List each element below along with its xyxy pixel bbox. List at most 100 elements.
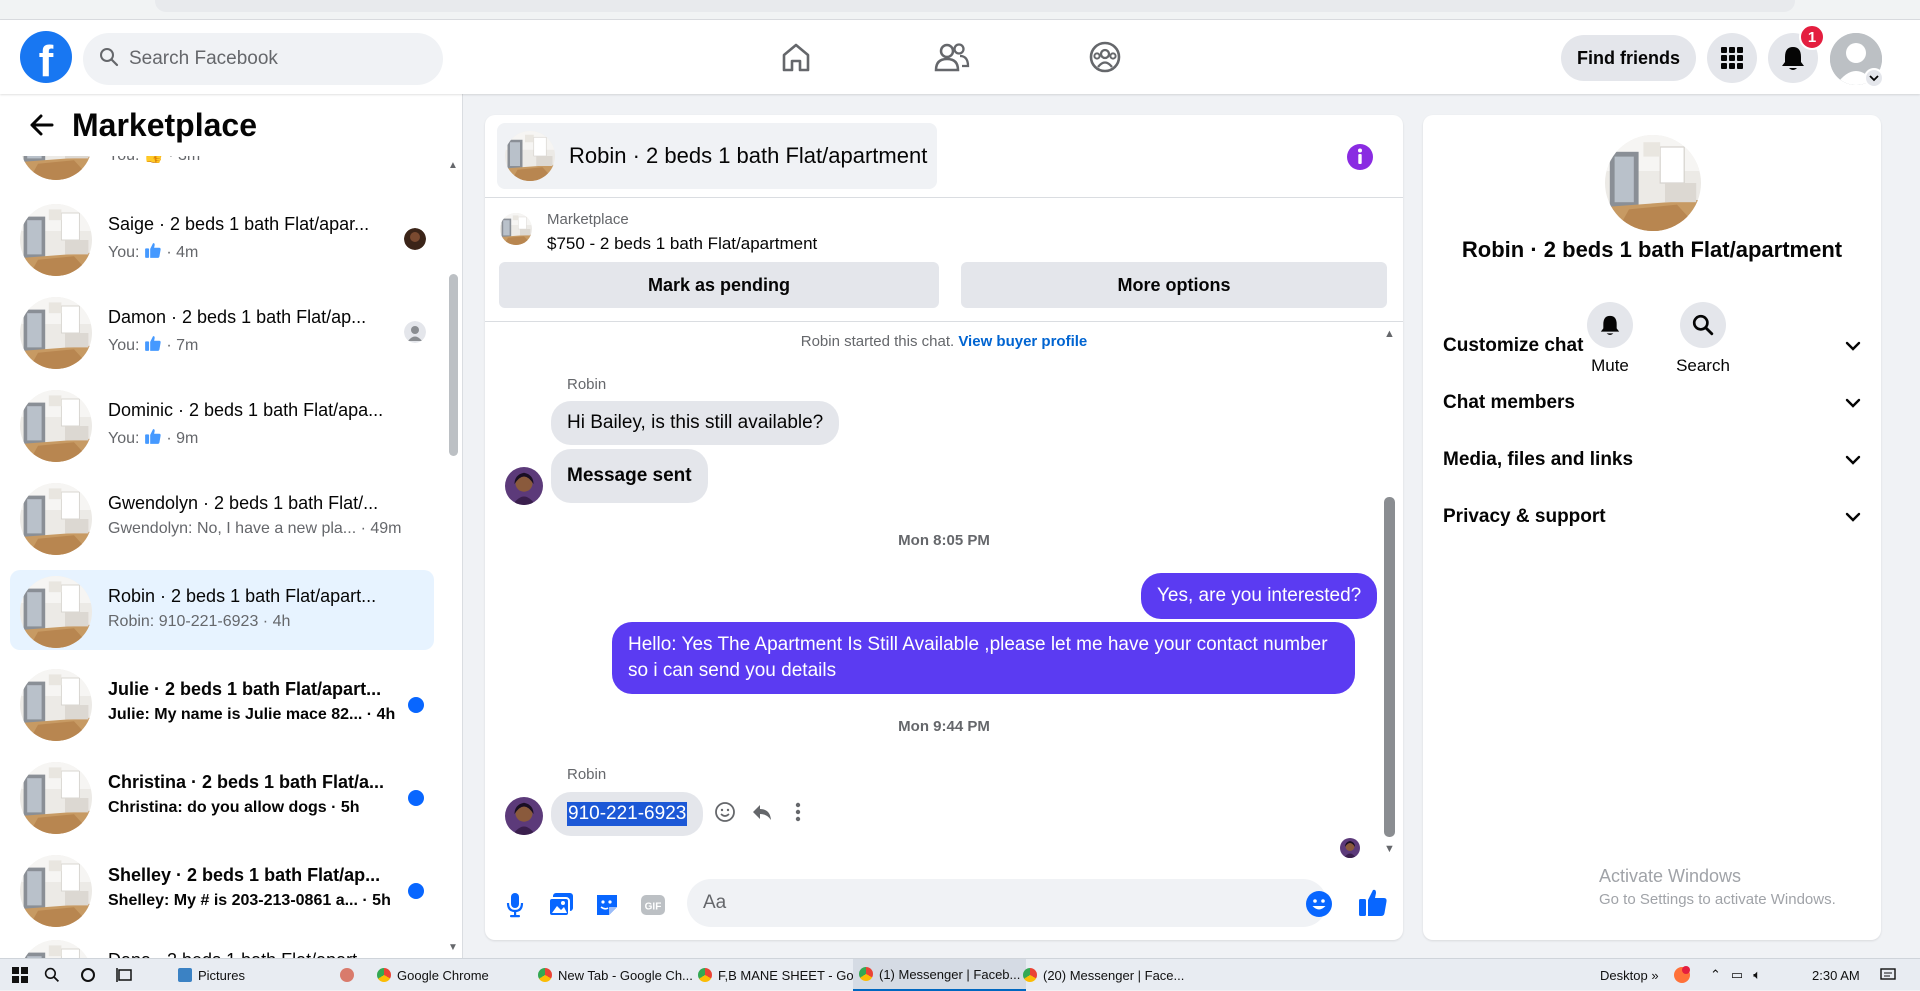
sender-avatar[interactable]	[505, 797, 543, 835]
thumbs-up-icon	[145, 243, 161, 258]
taskbar-item[interactable]: (20) Messenger | Face...	[1017, 959, 1190, 991]
photo-attach-icon[interactable]	[545, 889, 577, 921]
conversation-title: Damon · 2 beds 1 bath Flat/ap...	[108, 307, 367, 327]
system-tray[interactable]: ⌃ ▭ 🔈︎	[1710, 959, 1761, 991]
activate-windows-subtitle: Go to Settings to activate Windows.	[1599, 891, 1836, 908]
taskbar-item[interactable]: Google Chrome	[371, 959, 495, 991]
listing-thumbnail[interactable]	[500, 213, 532, 245]
groups-icon[interactable]	[1085, 37, 1125, 77]
info-icon[interactable]	[1346, 143, 1374, 171]
chat-started-notice: Robin started this chat. View buyer prof…	[800, 333, 1088, 350]
cortana-icon[interactable]	[80, 959, 96, 991]
conversation-snippet: Gwendolyn: No, I have a new pla... · 49m	[108, 520, 402, 537]
view-buyer-profile-link[interactable]: View buyer profile	[958, 333, 1087, 350]
taskbar-item[interactable]: (1) Messenger | Faceb...	[853, 959, 1027, 991]
more-vertical-icon[interactable]	[785, 799, 811, 825]
taskbar-item[interactable]: F,B MANE SHEET - Go...	[692, 959, 870, 991]
chat-listing-avatar	[505, 131, 555, 181]
chat-scroll-up-arrow[interactable]: ▲	[1384, 328, 1395, 340]
conversation-item[interactable]: Dominic · 2 beds 1 bath Flat/apa... You: …	[10, 384, 434, 464]
sidebar-scrollbar[interactable]	[449, 274, 458, 456]
thumbs-up-icon	[145, 429, 161, 444]
search-bar[interactable]	[83, 33, 443, 85]
search-icon	[99, 47, 119, 72]
conversation-item[interactable]: Christina · 2 beds 1 bath Flat/a... Chris…	[10, 756, 434, 836]
chevron-down-icon	[1845, 341, 1861, 351]
conversation-snippet: Julie: My name is Julie mace 82... · 4h	[108, 706, 396, 723]
scroll-up-arrow[interactable]: ▲	[448, 160, 458, 171]
gif-icon[interactable]: GIF	[637, 889, 669, 921]
task-view-icon[interactable]	[116, 959, 134, 991]
menu-grid-icon[interactable]	[1707, 33, 1757, 83]
taskbar-search-icon[interactable]	[44, 959, 60, 991]
mark-as-pending-button[interactable]: Mark as pending	[499, 262, 939, 308]
conversation-item[interactable]: Gwendolyn · 2 beds 1 bath Flat/... Gwendo…	[10, 477, 434, 557]
tray-chevron-icon[interactable]: ⌃	[1710, 967, 1721, 983]
reply-icon[interactable]	[749, 799, 775, 825]
seen-avatar	[1340, 838, 1360, 858]
conversation-item-partial-bottom[interactable]: Dana · 2 beds 1 bath Flat/apart...	[10, 934, 434, 958]
account-chevron-icon[interactable]	[1864, 68, 1884, 88]
microphone-icon[interactable]	[499, 889, 531, 921]
sticker-icon[interactable]	[591, 889, 623, 921]
notification-center-icon[interactable]	[1880, 959, 1896, 991]
sidebar-title: Marketplace	[72, 106, 257, 143]
start-button[interactable]	[12, 959, 28, 991]
listing-thumbnail	[20, 576, 92, 648]
timestamp: Mon 8:05 PM	[898, 532, 990, 549]
conversation-item[interactable]: Saige · 2 beds 1 bath Flat/apar... You: ·…	[10, 198, 434, 278]
chat-scroll-down-arrow[interactable]: ▼	[1384, 843, 1395, 855]
desktop-toolbar[interactable]: Desktop »	[1600, 959, 1659, 991]
panel-section[interactable]: Chat members	[1443, 383, 1861, 423]
message-input[interactable]	[703, 892, 1263, 914]
browser-tabstrip	[0, 0, 1920, 20]
thumbs-up-icon[interactable]	[1357, 886, 1391, 920]
address-bar[interactable]	[155, 0, 1795, 12]
find-friends-button[interactable]: Find friends	[1561, 35, 1696, 81]
conversation-snippet: You: · 9m	[108, 427, 198, 448]
chat-scrollbar[interactable]	[1384, 497, 1395, 837]
facebook-logo[interactable]: f	[20, 31, 72, 83]
incoming-message[interactable]: Message sent	[551, 449, 708, 503]
panel-section[interactable]: Customize chat	[1443, 326, 1861, 366]
sender-avatar[interactable]	[505, 467, 543, 505]
outgoing-message[interactable]: Yes, are you interested?	[1141, 573, 1378, 619]
outgoing-message[interactable]: Hello: Yes The Apartment Is Still Availa…	[612, 622, 1355, 694]
panel-section[interactable]: Media, files and links	[1443, 440, 1861, 480]
panel-section[interactable]: Privacy & support	[1443, 497, 1861, 537]
tray-app-icon[interactable]	[1672, 959, 1692, 991]
incoming-message[interactable]: Hi Bailey, is this still available?	[551, 401, 840, 445]
selected-phone-number[interactable]: 910-221-6923	[567, 802, 688, 826]
unread-dot	[408, 790, 424, 806]
more-options-button[interactable]: More options	[961, 262, 1387, 308]
chrome-icon	[377, 968, 391, 982]
friends-icon[interactable]	[932, 37, 972, 77]
clock[interactable]: 2:30 AM	[1812, 959, 1860, 991]
react-emoji-icon[interactable]	[712, 799, 738, 825]
conversation-item[interactable]: Shelley · 2 beds 1 bath Flat/ap... Shelle…	[10, 849, 434, 929]
home-icon[interactable]	[776, 37, 816, 77]
network-icon[interactable]: ▭	[1731, 967, 1743, 983]
emoji-icon[interactable]	[1305, 890, 1333, 918]
message-composer[interactable]	[687, 879, 1327, 927]
conversation-item[interactable]: Julie · 2 beds 1 bath Flat/apart... Julie…	[10, 663, 434, 743]
chat-name: Robin · 2 beds 1 bath Flat/apartment	[1461, 237, 1843, 262]
conversation-item[interactable]: Robin · 2 beds 1 bath Flat/apart... Robin…	[10, 570, 434, 650]
chrome-icon	[859, 967, 873, 981]
conversation-snippet: You: · 4m	[108, 241, 198, 262]
listing-title[interactable]: $750 - 2 beds 1 bath Flat/apartment	[547, 234, 817, 254]
pinned-app-icon[interactable]	[340, 959, 354, 991]
volume-icon[interactable]: 🔈︎	[1753, 967, 1761, 983]
conversation-item[interactable]: Damon · 2 beds 1 bath Flat/ap... You: · 7…	[10, 291, 434, 371]
scroll-down-arrow[interactable]: ▼	[448, 942, 458, 953]
back-arrow-icon[interactable]	[24, 107, 60, 143]
listing-avatar[interactable]	[1605, 135, 1701, 231]
incoming-message[interactable]: 910-221-6923	[551, 792, 704, 836]
taskbar-item[interactable]: Pictures	[172, 959, 251, 991]
conversation-title: Saige · 2 beds 1 bath Flat/apar...	[108, 214, 370, 234]
divider	[485, 197, 1403, 198]
search-input[interactable]	[129, 48, 409, 70]
taskbar-item[interactable]: New Tab - Google Ch...	[532, 959, 699, 991]
chat-header[interactable]: Robin · 2 beds 1 bath Flat/apartment	[497, 123, 937, 189]
timestamp: Mon 9:44 PM	[898, 718, 990, 735]
